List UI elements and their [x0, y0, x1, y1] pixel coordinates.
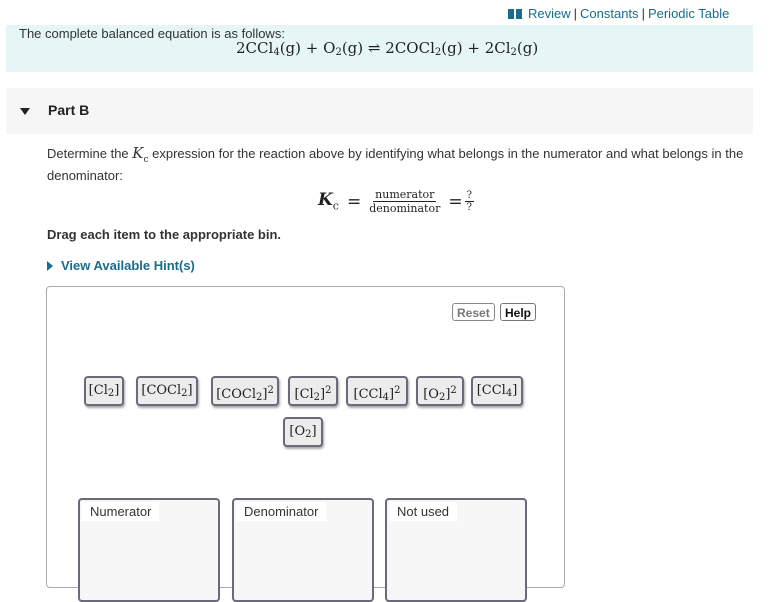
resource-links: Review | Constants | Periodic Table	[508, 6, 729, 21]
part-header[interactable]: Part B	[6, 88, 753, 134]
draggable-tile[interactable]: [COCl2]2	[211, 376, 279, 406]
draggable-tile[interactable]: [COCl2]	[136, 376, 198, 406]
intro-box: The complete balanced equation is as fol…	[6, 25, 753, 72]
balanced-equation: 2CCl4(g) + O2(g) ⇌ 2COCl2(g) + 2Cl2(g)	[236, 39, 539, 58]
kc-expression: Kc = numerator denominator = ? ?	[318, 188, 474, 215]
bin-label: Not used	[389, 502, 458, 521]
question-text: Determine the Kc expression for the reac…	[47, 144, 744, 183]
view-hints-link[interactable]: View Available Hint(s)	[47, 258, 195, 273]
help-button[interactable]: Help	[500, 303, 537, 321]
instruction-text: Drag each item to the appropriate bin.	[47, 227, 282, 242]
bin-label: Denominator	[236, 502, 327, 521]
bin-numerator[interactable]: Numerator	[78, 498, 220, 602]
part-title: Part B	[48, 102, 90, 118]
expand-triangle-icon	[47, 261, 53, 271]
periodic-table-link[interactable]: Periodic Table	[648, 6, 729, 21]
draggable-tile[interactable]: [Cl2]	[84, 376, 124, 406]
draggable-tile[interactable]: [CCl4]2	[346, 376, 408, 406]
draggable-tile[interactable]: [O2]	[283, 417, 323, 447]
constants-link[interactable]: Constants	[580, 6, 639, 21]
book-icon	[508, 9, 522, 19]
equilibrium-arrow: ⇌	[367, 39, 381, 57]
separator: |	[641, 6, 645, 21]
kc-fraction: numerator denominator	[369, 188, 441, 215]
separator: |	[573, 6, 578, 21]
draggable-tile[interactable]: [Cl2]2	[288, 376, 338, 406]
bin-label: Numerator	[82, 502, 160, 521]
draggable-tile[interactable]: [CCl4]	[471, 376, 523, 406]
bin-denominator[interactable]: Denominator	[232, 498, 374, 602]
kc-symbol: Kc	[132, 144, 149, 165]
kc-unknown-fraction: ? ?	[464, 190, 474, 213]
collapse-triangle-icon[interactable]	[20, 108, 30, 115]
reset-button[interactable]: Reset	[452, 303, 495, 321]
draggable-tile[interactable]: [O2]2	[416, 376, 464, 406]
review-link[interactable]: Review	[528, 6, 571, 21]
bin-not-used[interactable]: Not used	[385, 498, 527, 602]
